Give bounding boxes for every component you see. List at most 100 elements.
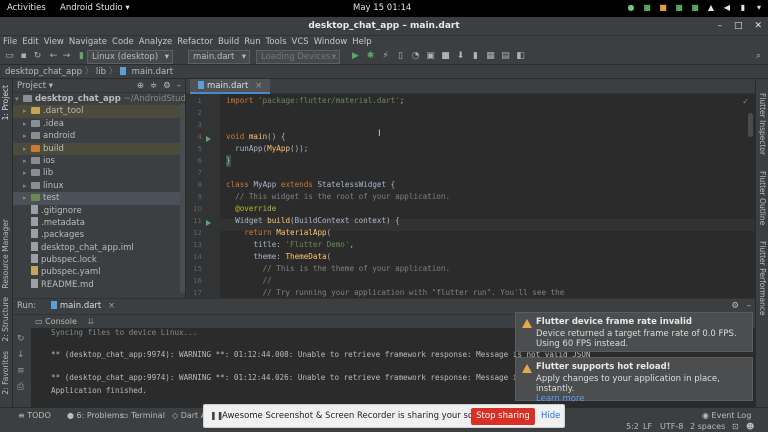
- tree-item-packages[interactable]: .packages: [13, 229, 185, 241]
- menu-navigate[interactable]: Navigate: [69, 36, 107, 49]
- run-icon[interactable]: ▶: [350, 51, 361, 62]
- search-icon[interactable]: ⌕: [753, 51, 764, 62]
- tree-item-lib[interactable]: ▸ lib: [13, 167, 185, 179]
- tab-flutter-inspector[interactable]: Flutter Inspector: [758, 93, 767, 155]
- locate-icon[interactable]: ⊕: [137, 79, 144, 93]
- tab-main-dart[interactable]: main.dart ×: [190, 79, 271, 94]
- hide-link[interactable]: Hide: [541, 411, 560, 421]
- project-scrollbar[interactable]: [180, 103, 185, 293]
- menu-help[interactable]: Help: [352, 36, 371, 49]
- tab-resource-manager[interactable]: Resource Manager: [1, 219, 10, 289]
- tree-item-linux[interactable]: ▸ linux: [13, 180, 185, 192]
- device-selector[interactable]: Linux (desktop) ▾: [87, 50, 173, 64]
- code-content[interactable]: import 'package:flutter/material.dart'; …: [226, 94, 746, 298]
- stop-sharing-button[interactable]: Stop sharing: [471, 408, 535, 425]
- tray-screen-icon[interactable]: ■: [658, 2, 668, 14]
- tree-item-pubspec-lock[interactable]: pubspec.lock: [13, 254, 185, 266]
- layout-icon[interactable]: ▤: [500, 51, 511, 62]
- run-config-selector[interactable]: main.dart ▾: [188, 50, 250, 64]
- menu-analyze[interactable]: Analyze: [139, 36, 173, 49]
- down-icon[interactable]: ↓: [17, 350, 25, 360]
- attach-icon[interactable]: ▯: [395, 51, 406, 62]
- print-icon[interactable]: ⎙: [17, 382, 24, 392]
- forward-icon[interactable]: →: [61, 51, 72, 62]
- inspector-icon[interactable]: ☻: [746, 422, 754, 431]
- rerun-icon[interactable]: ↻: [17, 334, 25, 344]
- menu-file[interactable]: File: [3, 36, 17, 49]
- close-icon[interactable]: ✕: [754, 17, 762, 36]
- line-separator[interactable]: LF: [643, 422, 652, 431]
- maximize-icon[interactable]: □: [734, 17, 743, 36]
- breadcrumb-project[interactable]: desktop_chat_app: [5, 67, 82, 77]
- lock-icon[interactable]: ⊡: [732, 422, 739, 431]
- menu-tools[interactable]: Tools: [266, 36, 287, 49]
- network-icon[interactable]: ▲: [706, 2, 716, 14]
- menu-code[interactable]: Code: [112, 36, 134, 49]
- tray-app-icon[interactable]: ●: [626, 2, 636, 14]
- tab-problems[interactable]: ● 6: Problems: [67, 411, 124, 420]
- hot-reload-icon[interactable]: ⚡: [380, 51, 391, 62]
- tray-record-icon[interactable]: ■: [690, 2, 700, 14]
- tab-console[interactable]: Console: [45, 317, 77, 326]
- breadcrumb-file[interactable]: main.dart: [132, 67, 173, 77]
- save-icon[interactable]: ▪: [18, 51, 29, 62]
- menu-vcs[interactable]: VCS: [292, 36, 309, 49]
- tray-update-icon[interactable]: ■: [642, 2, 652, 14]
- project-view-selector[interactable]: Project ▾: [17, 81, 53, 91]
- tree-item-iml[interactable]: desktop_chat_app.iml: [13, 241, 185, 254]
- indent-setting[interactable]: 2 spaces: [690, 422, 725, 431]
- menu-run[interactable]: Run: [244, 36, 260, 49]
- tree-item-test[interactable]: ▸ test: [13, 192, 185, 205]
- back-icon[interactable]: ←: [48, 51, 59, 62]
- soft-wrap-icon[interactable]: ≡: [17, 366, 25, 376]
- profile-icon[interactable]: ◔: [410, 51, 421, 62]
- breadcrumb-lib[interactable]: lib: [96, 67, 106, 77]
- avd-manager-icon[interactable]: ▮: [470, 51, 481, 62]
- stop-icon[interactable]: ■: [440, 51, 451, 62]
- tree-item-gitignore[interactable]: .gitignore: [13, 204, 185, 217]
- run-gutter-icon[interactable]: [206, 136, 211, 142]
- caret-position[interactable]: 5:2: [626, 422, 639, 431]
- tree-item-android[interactable]: ▸ android: [13, 130, 185, 142]
- tree-item-idea[interactable]: ▸ .idea: [13, 118, 185, 130]
- tray-extension-icon[interactable]: ■: [674, 2, 684, 14]
- editor-scrollbar[interactable]: [748, 113, 753, 137]
- close-tab-icon[interactable]: ×: [255, 81, 262, 91]
- sync-icon[interactable]: ↻: [32, 51, 43, 62]
- clock[interactable]: May 15 01:14: [353, 3, 411, 13]
- close-tab-icon[interactable]: ×: [108, 301, 115, 311]
- tree-item-metadata[interactable]: .metadata: [13, 216, 185, 229]
- tree-root[interactable]: ▾ desktop_chat_app ~/AndroidStudioP: [13, 93, 185, 105]
- tree-item-pubspec-yaml[interactable]: pubspec.yaml: [13, 266, 185, 278]
- system-menu-chevron-icon[interactable]: ▾: [754, 2, 764, 14]
- open-folder-icon[interactable]: ▭: [4, 51, 15, 62]
- tab-flutter-outline[interactable]: Flutter Outline: [758, 171, 767, 225]
- structure-icon[interactable]: ▦: [485, 51, 496, 62]
- tab-favorites[interactable]: 2: Favorites: [1, 351, 10, 395]
- tree-item-readme[interactable]: README.md: [13, 278, 185, 291]
- volume-icon[interactable]: ◀: [722, 2, 732, 14]
- tab-structure[interactable]: 2: Structure: [1, 297, 10, 342]
- menu-refactor[interactable]: Refactor: [177, 36, 213, 49]
- menu-view[interactable]: View: [44, 36, 64, 49]
- hide-icon[interactable]: –: [177, 79, 181, 93]
- run-config-tab[interactable]: main.dart ×: [50, 301, 115, 311]
- tab-terminal[interactable]: ▭ Terminal: [121, 411, 165, 420]
- tree-item-build[interactable]: ▸ build: [13, 142, 185, 155]
- menu-build[interactable]: Build: [218, 36, 239, 49]
- collapse-icon[interactable]: ≑: [150, 79, 157, 93]
- device-loading-selector[interactable]: Loading Devices... ▾: [256, 50, 340, 64]
- sdk-manager-icon[interactable]: ⬇: [455, 51, 466, 62]
- file-encoding[interactable]: UTF-8: [660, 422, 683, 431]
- battery-icon[interactable]: ▮: [738, 2, 748, 14]
- debug-icon[interactable]: ✱: [365, 51, 376, 62]
- run-gutter-icon[interactable]: [206, 220, 211, 226]
- activities-button[interactable]: Activities: [7, 3, 46, 13]
- notification-frame-rate[interactable]: Flutter device frame rate invalid Device…: [515, 312, 753, 352]
- notification-hot-reload[interactable]: Flutter supports hot reload! Apply chang…: [515, 357, 753, 404]
- tab-project[interactable]: 1: Project: [1, 85, 10, 120]
- minimize-icon[interactable]: –: [717, 17, 722, 36]
- tab-todo[interactable]: ≡ TODO: [18, 411, 51, 420]
- menu-edit[interactable]: Edit: [22, 36, 38, 49]
- menu-window[interactable]: Window: [314, 36, 348, 49]
